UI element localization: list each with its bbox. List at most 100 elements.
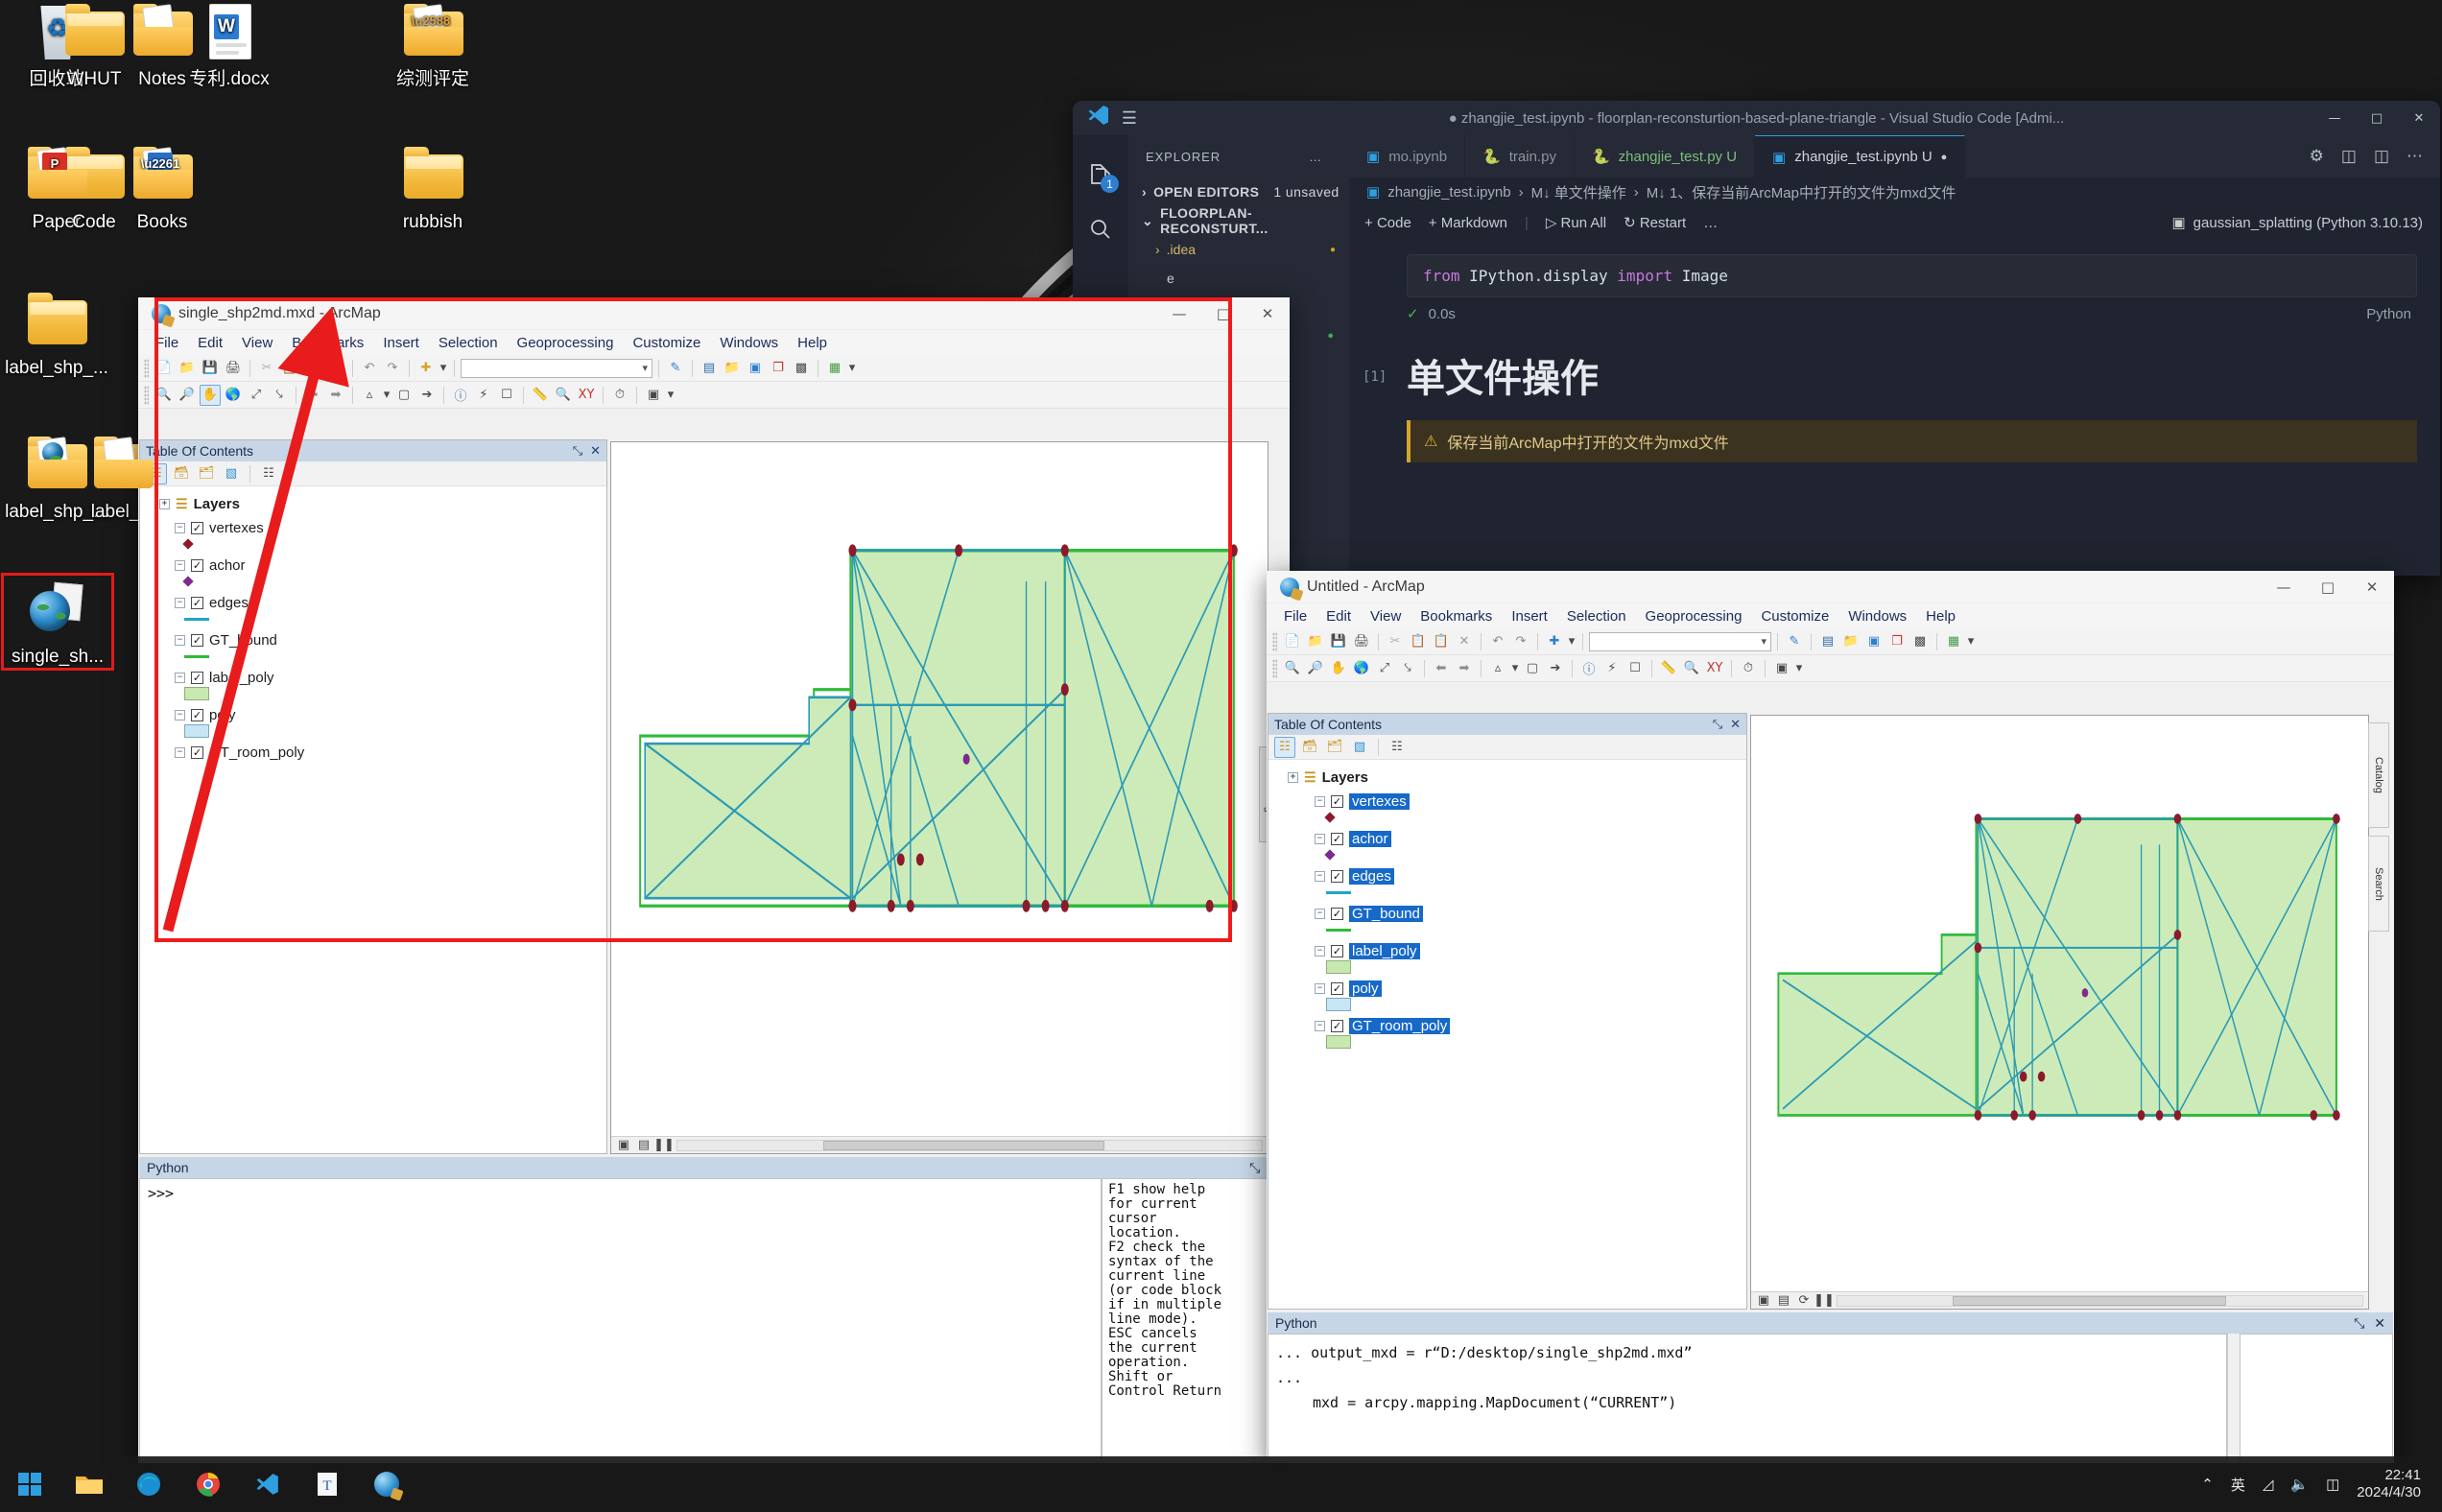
fixed-zoom-in-icon[interactable]: ⤢ <box>246 385 267 406</box>
go-forward-extent-icon[interactable]: ➡ <box>1454 658 1475 679</box>
menu-selection[interactable]: Selection <box>429 332 508 354</box>
layer-name[interactable]: achor <box>209 557 246 574</box>
toolbar-overflow-icon[interactable]: ▾ <box>1966 631 1976 652</box>
vscode-minimize-button[interactable]: — <box>2313 101 2356 135</box>
menu-geoprocessing[interactable]: Geoprocessing <box>508 332 624 354</box>
select-elements-icon[interactable]: ➔ <box>416 385 438 406</box>
desktop-icon-books[interactable]: \u2261 Books <box>106 147 219 233</box>
add-code-cell-button[interactable]: + Code <box>1364 215 1411 231</box>
menu-customize[interactable]: Customize <box>623 332 710 354</box>
layer-visibility-checkbox[interactable]: ✓ <box>1331 945 1343 957</box>
html-popup-icon[interactable]: ☐ <box>1624 658 1646 679</box>
search-window-icon[interactable]: ▣ <box>1863 631 1885 652</box>
collapse-icon[interactable]: − <box>1315 983 1325 994</box>
tray-expand-chevron-icon[interactable]: ⌃ <box>2201 1476 2214 1493</box>
file-explorer-icon[interactable] <box>59 1456 119 1512</box>
arcmap1-map-view[interactable]: ▣ ▤ ❚❚ <box>610 441 1268 1154</box>
tab-zhangjie-test-ipynb[interactable]: ▣ zhangjie_test.ipynb U ● <box>1755 135 1966 177</box>
toolbar-grip[interactable] <box>144 358 149 378</box>
zoom-out-icon[interactable]: 🔎 <box>1305 658 1326 679</box>
print-icon[interactable]: 🖨 <box>1351 631 1372 652</box>
zoom-in-icon[interactable]: 🔍 <box>154 385 175 406</box>
arcmap2-table-of-contents[interactable]: Table Of Contents ⤡ ✕ ☷ 🗃 🗂 ▧ ☷ + ☰ Laye… <box>1268 713 1747 1310</box>
redo-icon[interactable]: ↷ <box>382 358 403 379</box>
full-extent-icon[interactable]: 🌎 <box>1351 658 1372 679</box>
refresh-view-icon[interactable]: ❚❚ <box>653 1138 675 1152</box>
layer-name[interactable]: label_poly <box>1349 943 1420 959</box>
copy-icon[interactable]: 📋 <box>279 358 300 379</box>
layer-visibility-checkbox[interactable]: ✓ <box>1331 982 1343 995</box>
arcmap1-map-statusbar[interactable]: ▣ ▤ ❚❚ <box>611 1136 1268 1153</box>
menu-file[interactable]: File <box>146 332 188 354</box>
menu-view[interactable]: View <box>232 332 282 354</box>
arcmap1-tools-toolbar[interactable]: 🔍 🔎 ✋ 🌎 ⤢ ⤥ ⬅ ➡ ▵ ▾ ▢ ➔ ⓘ ⚡ ☐ 📏 🔍 XY ⏱ ▣… <box>138 382 1290 409</box>
clear-selection-icon[interactable]: ▢ <box>393 385 415 406</box>
time-slider-icon[interactable]: ⏱ <box>609 385 630 406</box>
menu-customize[interactable]: Customize <box>1751 605 1838 627</box>
collapse-icon[interactable]: − <box>175 673 185 683</box>
chrome-icon[interactable] <box>178 1456 238 1512</box>
identify-icon[interactable]: ⓘ <box>450 385 471 406</box>
layer-visibility-checkbox[interactable]: ✓ <box>1331 833 1343 845</box>
layer-row-gt-bound[interactable]: − ✓ GT_bound <box>1268 906 1746 922</box>
layer-visibility-checkbox[interactable]: ✓ <box>1331 870 1343 883</box>
measure-icon[interactable]: 📏 <box>530 385 551 406</box>
catalog-window-icon[interactable]: 📁 <box>1840 631 1861 652</box>
editor-toolbar-icon[interactable]: ✎ <box>1784 631 1805 652</box>
hyperlink-icon[interactable]: ⚡ <box>1601 658 1623 679</box>
new-document-icon[interactable]: 📄 <box>1282 631 1303 652</box>
create-viewer-window-icon[interactable]: ▣ <box>643 385 664 406</box>
split-layout-icon[interactable]: ◫ <box>2341 147 2357 166</box>
measure-icon[interactable]: 📏 <box>1658 658 1679 679</box>
paste-icon[interactable]: 📋 <box>302 358 323 379</box>
save-icon[interactable]: 💾 <box>200 358 221 379</box>
more-actions-icon[interactable]: … <box>1703 215 1718 231</box>
pause-drawing-icon[interactable]: ❚❚ <box>1814 1293 1835 1308</box>
undo-icon[interactable]: ↶ <box>1487 631 1508 652</box>
time-slider-icon[interactable]: ⏱ <box>1738 658 1759 679</box>
find-route-icon[interactable]: XY <box>1704 658 1725 679</box>
hamburger-icon[interactable]: ☰ <box>1113 108 1146 129</box>
find-route-icon[interactable]: XY <box>576 385 597 406</box>
arcmap-window-single-shp2md[interactable]: single_shp2md.mxd - ArcMap — □ ✕ File Ed… <box>138 297 1290 1463</box>
collapse-icon[interactable]: − <box>1315 1021 1325 1031</box>
layer-row-gt-bound[interactable]: − ✓ GT_bound <box>140 632 606 649</box>
catalog-window-icon[interactable]: 📁 <box>722 358 743 379</box>
edge-icon[interactable] <box>119 1456 178 1512</box>
cut-icon[interactable]: ✂ <box>256 358 277 379</box>
layer-visibility-checkbox[interactable]: ✓ <box>191 597 203 609</box>
menu-edit[interactable]: Edit <box>1316 605 1361 627</box>
collapse-icon[interactable]: − <box>175 560 185 571</box>
list-by-drawing-order-icon[interactable]: ☷ <box>1274 736 1295 758</box>
toolbar-grip[interactable] <box>1272 631 1277 651</box>
notebook-code-cell[interactable]: from IPython.display import Image <box>1407 254 2417 297</box>
vscode-maximize-button[interactable]: □ <box>2356 101 2398 135</box>
search-side-tab[interactable]: Search <box>2368 836 2389 932</box>
arcmap1-python-panel[interactable]: Python ⤡ ✕ >>> F1 show help for current … <box>139 1157 1289 1462</box>
table-of-contents-icon[interactable]: ▤ <box>1817 631 1838 652</box>
layer-name[interactable]: edges <box>209 595 249 611</box>
create-viewer-window-icon[interactable]: ▣ <box>1771 658 1792 679</box>
undo-icon[interactable]: ↶ <box>359 358 380 379</box>
map-horizontal-scrollbar[interactable] <box>676 1139 1263 1151</box>
full-extent-icon[interactable]: 🌎 <box>223 385 244 406</box>
layer-row-gt-room-poly[interactable]: − ✓ GT_room_poly <box>1268 1018 1746 1034</box>
zoom-out-icon[interactable]: 🔎 <box>177 385 198 406</box>
more-icon[interactable]: … <box>1309 150 1332 164</box>
desktop-icon-rubbish[interactable]: rubbish <box>376 147 489 233</box>
toc-layer-tree[interactable]: + ☰ Layers − ✓ vertexes − ✓ achor − ✓ ed… <box>140 486 606 1153</box>
open-editors-section[interactable]: › OPEN EDITORS 1 unsaved <box>1128 177 1349 206</box>
delete-icon[interactable]: ✕ <box>325 358 346 379</box>
paste-icon[interactable]: 📋 <box>1431 631 1452 652</box>
collapse-icon[interactable]: − <box>1315 871 1325 882</box>
collapse-icon[interactable]: − <box>175 635 185 646</box>
workspace-folder-section[interactable]: ⌄ FLOORPLAN-RECONSTURT... <box>1128 205 1349 236</box>
panel-icon[interactable]: ◫ <box>2374 147 2389 166</box>
menu-help[interactable]: Help <box>788 332 837 354</box>
model-builder-icon[interactable]: ▦ <box>1943 631 1964 652</box>
expand-icon[interactable]: + <box>159 499 170 509</box>
map-scale-combo[interactable]: ▾ <box>461 358 652 378</box>
hyperlink-icon[interactable]: ⚡ <box>473 385 494 406</box>
list-by-visibility-icon[interactable]: 🗂 <box>1324 737 1345 758</box>
volume-icon[interactable]: 🔈 <box>2290 1476 2309 1493</box>
